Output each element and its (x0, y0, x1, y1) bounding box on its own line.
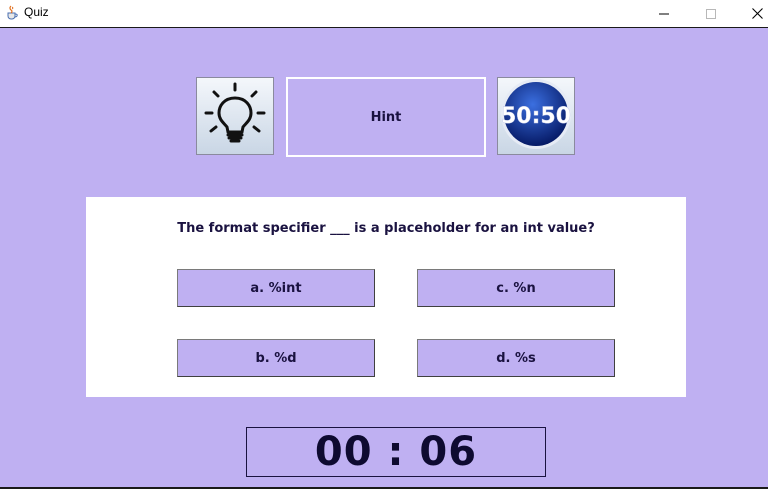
lightbulb-icon (202, 81, 268, 151)
question-text: The format specifier ___ is a placeholde… (177, 221, 595, 236)
minimize-button[interactable] (641, 0, 687, 27)
option-label: d. %s (496, 350, 536, 366)
fifty-fifty-icon: 50:50 (499, 77, 573, 155)
hint-lifeline-button[interactable] (196, 77, 274, 155)
maximize-button[interactable] (688, 0, 734, 27)
countdown-timer: 00 : 06 (246, 427, 546, 477)
title-bar: Quiz (0, 0, 768, 28)
question-panel: The format specifier ___ is a placeholde… (86, 197, 686, 397)
quiz-content: Hint 50:50 The format specifier ___ is a… (0, 28, 768, 487)
minimize-icon (659, 4, 669, 23)
close-icon (751, 4, 763, 23)
option-d-button[interactable]: d. %s (417, 339, 615, 377)
option-label: a. %int (250, 280, 302, 296)
window-title: Quiz (24, 5, 49, 19)
option-c-button[interactable]: c. %n (417, 269, 615, 307)
option-label: b. %d (255, 350, 297, 366)
close-button[interactable] (734, 0, 768, 27)
timer-value: 00 : 06 (314, 429, 478, 475)
fifty-fifty-label: 50:50 (501, 104, 571, 129)
maximize-icon (706, 4, 716, 23)
hint-display: Hint (286, 77, 486, 157)
fifty-fifty-button[interactable]: 50:50 (497, 77, 575, 155)
hint-label: Hint (370, 109, 402, 125)
option-label: c. %n (496, 280, 536, 296)
option-b-button[interactable]: b. %d (177, 339, 375, 377)
option-a-button[interactable]: a. %int (177, 269, 375, 307)
java-cup-icon (5, 5, 19, 20)
